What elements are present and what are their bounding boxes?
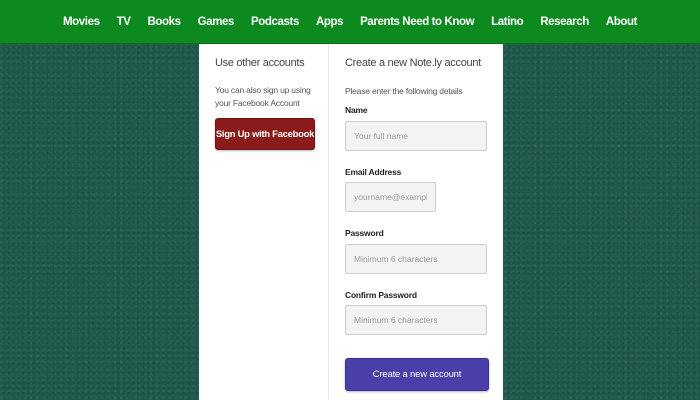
- nav-item-games[interactable]: Games: [198, 16, 235, 28]
- nav-item-parents-need-to-know[interactable]: Parents Need to Know: [360, 16, 474, 28]
- other-accounts-heading: Use other accounts: [215, 57, 305, 69]
- confirm-password-label: Confirm Password: [345, 290, 417, 300]
- password-input[interactable]: [345, 244, 487, 274]
- create-account-button[interactable]: Create a new account: [345, 358, 489, 391]
- nav-item-latino[interactable]: Latino: [491, 16, 524, 28]
- facebook-description: You can also sign up using your Facebook…: [215, 85, 311, 108]
- nav-item-podcasts[interactable]: Podcasts: [251, 16, 299, 28]
- nav-item-apps[interactable]: Apps: [316, 16, 344, 28]
- email-label: Email Address: [345, 167, 402, 177]
- email-input[interactable]: [345, 182, 436, 212]
- form-instructions: Please enter the following details: [345, 86, 463, 96]
- main-nav: Movies TV Books Games Podcasts Apps Pare…: [63, 0, 654, 43]
- facebook-signup-button[interactable]: Sign Up with Facebook: [215, 118, 315, 150]
- nav-item-research[interactable]: Research: [540, 16, 589, 28]
- nav-item-movies[interactable]: Movies: [63, 16, 100, 28]
- signup-panel: Use other accounts You can also sign up …: [199, 44, 503, 400]
- password-label: Password: [345, 228, 384, 238]
- new-account-heading: Create a new Note.ly account: [345, 57, 481, 69]
- name-label: Name: [345, 105, 368, 115]
- name-input[interactable]: [345, 121, 487, 151]
- nav-item-tv[interactable]: TV: [117, 16, 131, 28]
- confirm-password-input[interactable]: [345, 305, 487, 335]
- top-nav-bar: Movies TV Books Games Podcasts Apps Pare…: [0, 0, 700, 44]
- nav-item-about[interactable]: About: [606, 16, 638, 28]
- nav-item-books[interactable]: Books: [148, 16, 182, 28]
- column-divider: [328, 44, 329, 400]
